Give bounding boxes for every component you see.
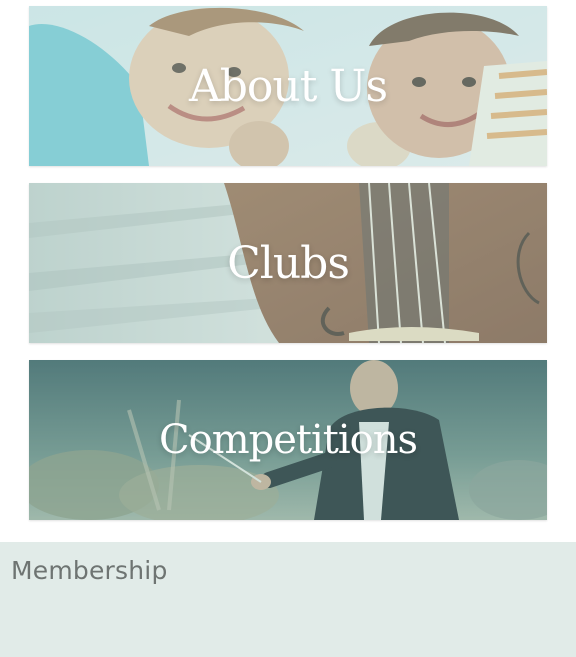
clubs-title: Clubs (227, 237, 350, 289)
membership-heading[interactable]: Membership (11, 556, 168, 585)
membership-panel: Membership (0, 542, 576, 657)
about-us-title: About Us (188, 60, 388, 112)
about-us-tile[interactable]: About Us (29, 6, 547, 166)
clubs-tile[interactable]: Clubs (29, 183, 547, 343)
competitions-title: Competitions (159, 417, 418, 463)
competitions-tile[interactable]: Competitions (29, 360, 547, 520)
